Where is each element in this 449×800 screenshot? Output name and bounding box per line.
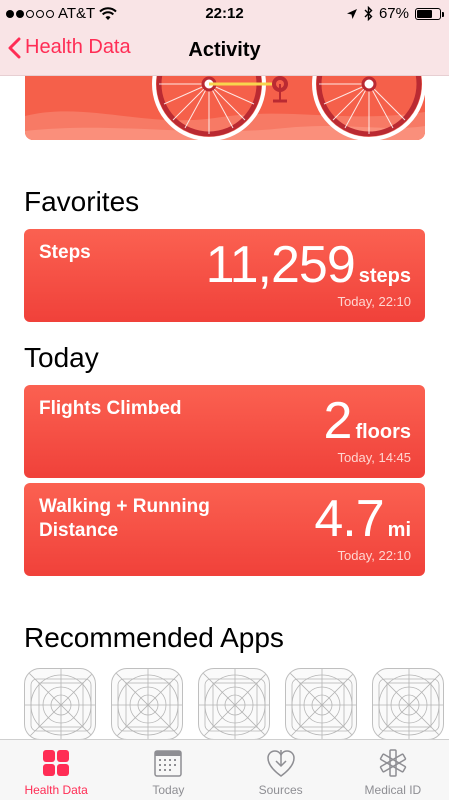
- card-timestamp: Today, 14:45: [337, 450, 411, 465]
- card-timestamp: Today, 22:10: [337, 294, 411, 309]
- activity-hero-illustration: [25, 76, 425, 140]
- location-icon: [346, 8, 357, 19]
- battery-level-fill: [417, 9, 432, 18]
- card-unit: floors: [355, 421, 411, 443]
- tab-sources[interactable]: Sources: [225, 740, 337, 800]
- recommended-apps-list: [24, 668, 449, 740]
- favorites-heading: Favorites: [24, 186, 140, 217]
- page-title: Activity: [188, 39, 261, 61]
- tab-label: Sources: [258, 783, 303, 797]
- walking-running-distance-card[interactable]: Walking + Running Distance 4.7 mi Today,…: [24, 483, 425, 576]
- navigation-bar: Health Data Activity: [0, 28, 449, 76]
- tab-label: Medical ID: [364, 783, 422, 797]
- status-right: 67%: [346, 5, 444, 22]
- tab-bar: Health Data Today Sources Medical ID: [0, 739, 449, 800]
- app-placeholder-icon[interactable]: [198, 668, 270, 740]
- recommended-apps-heading: Recommended Apps: [24, 622, 284, 653]
- card-number: 11,259: [205, 236, 356, 294]
- card-number: 4.7: [314, 490, 384, 548]
- card-label: Flights Climbed: [39, 398, 182, 419]
- bicycle-illustration: [25, 76, 425, 140]
- sources-icon: [266, 750, 295, 777]
- today-heading: Today: [24, 342, 99, 373]
- card-value: 4.7 mi: [314, 489, 411, 549]
- flights-climbed-card[interactable]: Flights Climbed 2 floors Today, 14:45: [24, 385, 425, 478]
- tab-health-data[interactable]: Health Data: [0, 740, 112, 800]
- battery-percent: 67%: [378, 5, 409, 22]
- card-unit: mi: [387, 519, 411, 541]
- app-placeholder-icon[interactable]: [111, 668, 183, 740]
- card-timestamp: Today, 22:10: [337, 548, 411, 563]
- tab-label: Today: [152, 783, 185, 797]
- app-placeholder-icon[interactable]: [285, 668, 357, 740]
- card-unit: steps: [358, 265, 411, 287]
- card-value: 2 floors: [324, 391, 411, 451]
- calendar-icon: [154, 750, 183, 777]
- card-label: Walking + Running Distance: [39, 496, 210, 541]
- steps-card[interactable]: Steps 11,259 steps Today, 22:10: [24, 229, 425, 322]
- app-placeholder-icon[interactable]: [24, 668, 96, 740]
- app-placeholder-icon[interactable]: [372, 668, 444, 740]
- tab-label: Health Data: [24, 783, 88, 797]
- status-bar: AT&T 22:12 67%: [0, 0, 449, 28]
- health-data-icon: [43, 750, 70, 776]
- card-value: 11,259 steps: [206, 235, 411, 295]
- card-number: 2: [323, 392, 353, 450]
- card-label: Steps: [39, 242, 91, 263]
- bluetooth-icon: [364, 6, 373, 21]
- tab-today[interactable]: Today: [112, 740, 224, 800]
- battery-icon: [415, 7, 444, 20]
- medical-id-icon: [379, 749, 407, 777]
- tab-medical-id[interactable]: Medical ID: [337, 740, 449, 800]
